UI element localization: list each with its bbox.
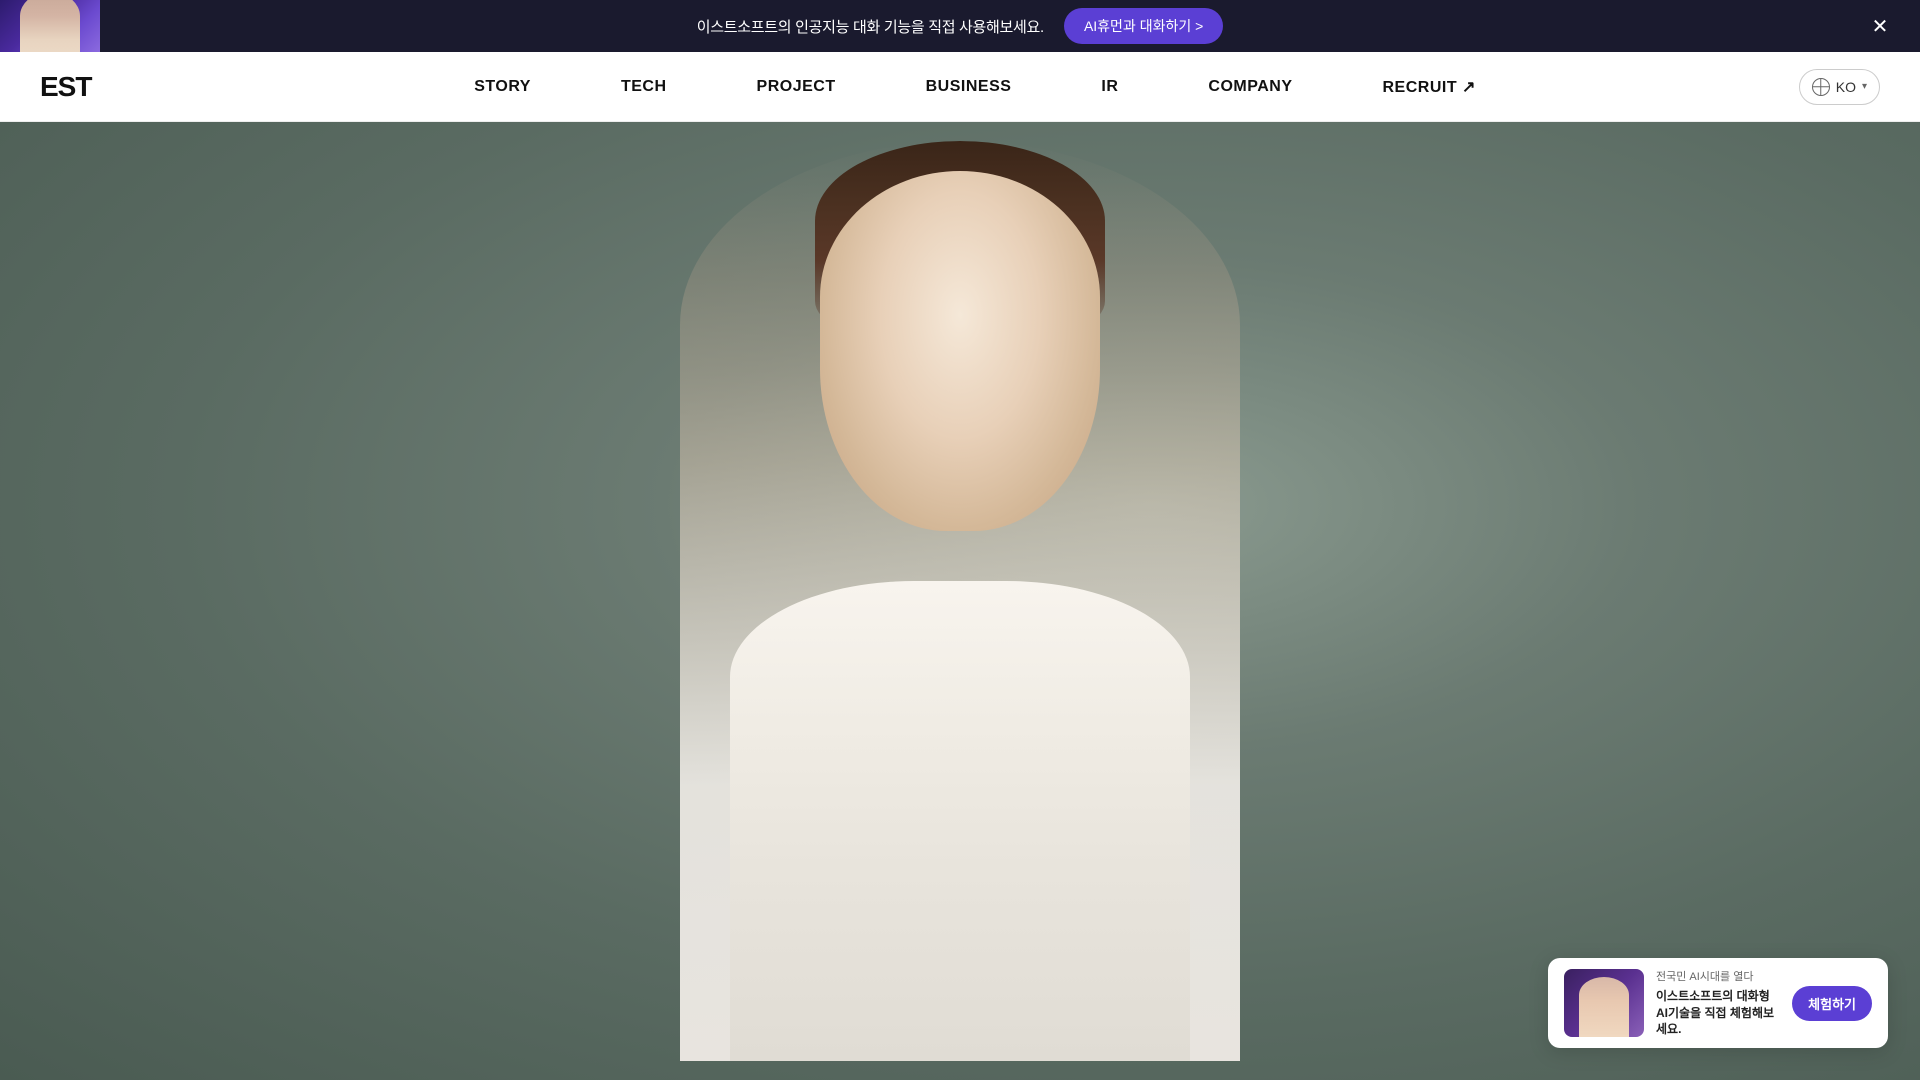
banner-cta-button[interactable]: AI휴먼과 대화하기 > — [1064, 8, 1223, 44]
human-figure — [680, 141, 1240, 1061]
main-nav: STORY TECH PROJECT BUSINESS IR COMPANY R… — [151, 52, 1798, 122]
nav-item-business[interactable]: BUSINESS — [881, 52, 1057, 122]
widget-cta-button[interactable]: 체험하기 — [1792, 986, 1872, 1021]
widget-content: 전국민 AI시대를 열다 이스트소프트의 대화형 AI기술을 직접 체험해보세요… — [1656, 968, 1780, 1038]
ai-human-main — [660, 122, 1260, 1080]
suit-area — [730, 581, 1190, 1061]
bottom-widget: 전국민 AI시대를 열다 이스트소프트의 대화형 AI기술을 직접 체험해보세요… — [1548, 958, 1888, 1048]
nav-item-company[interactable]: COMPANY — [1163, 52, 1337, 122]
widget-tag: 전국민 AI시대를 열다 — [1656, 968, 1780, 984]
nav-item-ir[interactable]: IR — [1056, 52, 1163, 122]
mini-ai-human-banner — [0, 0, 100, 52]
banner-text: 이스트소프트의 인공지능 대화 기능을 직접 사용해보세요. — [697, 16, 1044, 37]
top-banner: 이스트소프트의 인공지능 대화 기능을 직접 사용해보세요. AI휴먼과 대화하… — [0, 0, 1920, 52]
nav-item-tech[interactable]: TECH — [576, 52, 712, 122]
nav-item-recruit[interactable]: RECRUIT ↗ — [1338, 52, 1521, 122]
face-area — [820, 171, 1100, 531]
lang-label: KO — [1836, 79, 1856, 95]
mini-figure — [20, 0, 80, 52]
chevron-down-icon: ▾ — [1862, 81, 1867, 92]
widget-thumbnail — [1564, 969, 1644, 1037]
globe-icon — [1812, 78, 1830, 96]
nav-item-project[interactable]: PROJECT — [712, 52, 881, 122]
banner-close-button[interactable]: ✕ — [1864, 10, 1896, 42]
nav-item-story[interactable]: STORY — [429, 52, 576, 122]
hero-section — [0, 122, 1920, 1080]
logo[interactable]: EST — [40, 71, 91, 103]
hero-background — [0, 122, 1920, 1080]
language-selector[interactable]: KO ▾ — [1799, 69, 1880, 105]
widget-description: 이스트소프트의 대화형 AI기술을 직접 체험해보세요. — [1656, 988, 1780, 1038]
header: EST STORY TECH PROJECT BUSINESS IR COMPA… — [0, 52, 1920, 122]
nav-right: KO ▾ — [1799, 69, 1880, 105]
widget-mini-figure — [1579, 977, 1629, 1037]
